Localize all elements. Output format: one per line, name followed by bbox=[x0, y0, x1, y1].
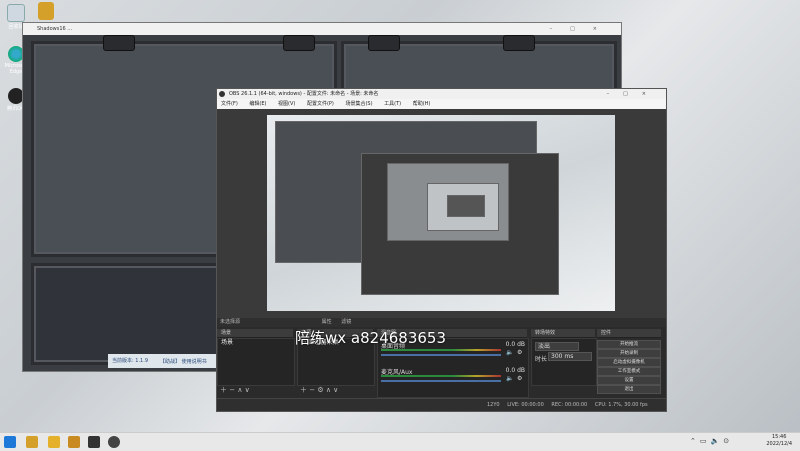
controls-header-label: 控件 bbox=[601, 330, 612, 336]
obs-status-bar: 12Y0 LIVE: 00:00:00 REC: 00:00:00 CPU: 1… bbox=[217, 398, 666, 411]
transitions-dock-header: 转场特效 bbox=[531, 329, 595, 338]
rec-timer: REC: 00:00:00 bbox=[551, 402, 588, 408]
live-timer: LIVE: 00:00:00 bbox=[507, 402, 544, 408]
taskbar-app-icon[interactable] bbox=[26, 436, 38, 448]
obs-title: OBS 26.1.1 (64-bit, windows) - 配置文件: 未命名… bbox=[229, 91, 379, 97]
speaker-icon[interactable]: 🔈 bbox=[506, 375, 513, 382]
panel-clasp bbox=[368, 35, 400, 51]
drop-frames: 12Y0 bbox=[487, 402, 500, 408]
virtual-camera-button[interactable]: 启动虚拟摄像机 bbox=[597, 358, 661, 367]
watermark-text: 陪练wx a824683653 bbox=[295, 329, 446, 347]
window-controls[interactable]: –□× bbox=[607, 89, 660, 99]
taskbar-app-icon[interactable] bbox=[48, 436, 60, 448]
obs-preview[interactable] bbox=[217, 109, 666, 321]
preview-canvas[interactable] bbox=[267, 115, 615, 311]
scenes-toolbar[interactable]: ＋ − ∧ ∨ bbox=[217, 385, 296, 395]
gear-icon[interactable]: ⚙ bbox=[517, 349, 522, 356]
transitions-panel: 淡出 时长 300 ms bbox=[531, 338, 597, 386]
app-shortcut-icon[interactable] bbox=[38, 2, 54, 20]
taskbar-clock[interactable]: 15:46 2022/12/4 bbox=[766, 434, 792, 448]
clock-date: 2022/12/4 bbox=[766, 441, 792, 447]
transitions-header-label: 转场特效 bbox=[535, 330, 556, 336]
clock-time: 15:46 bbox=[771, 434, 787, 440]
speaker-icon[interactable]: 🔈 bbox=[506, 349, 513, 356]
panel-clasp bbox=[103, 35, 135, 51]
cpu-fps: CPU: 1.7%, 30.00 fps bbox=[594, 402, 648, 408]
window-title: Shadows16 ... bbox=[37, 26, 73, 32]
start-recording-button[interactable]: 开始录制 bbox=[597, 349, 661, 358]
scene-item[interactable]: 场景 bbox=[218, 339, 294, 347]
window-controls[interactable]: –□× bbox=[550, 23, 615, 35]
duration-label: 时长 bbox=[535, 356, 548, 363]
menu-profile[interactable]: 配置文件(P) bbox=[307, 101, 334, 107]
channel-db: 0.0 dB bbox=[505, 341, 525, 348]
channel-db: 0.0 dB bbox=[505, 367, 525, 374]
exit-button[interactable]: 退出 bbox=[597, 385, 661, 394]
start-icon[interactable] bbox=[4, 436, 16, 448]
scenes-list[interactable]: 场景 bbox=[217, 338, 295, 386]
tray-icons[interactable]: ⌃▭🔈⊙ bbox=[690, 437, 733, 445]
obs-window[interactable]: OBS 26.1.1 (64-bit, windows) - 配置文件: 未命名… bbox=[216, 88, 667, 412]
duration-input[interactable]: 300 ms bbox=[548, 352, 592, 361]
panel-clasp bbox=[503, 35, 535, 51]
obs-taskbar-icon[interactable] bbox=[108, 436, 120, 448]
menu-tools[interactable]: 工具(T) bbox=[384, 101, 401, 107]
nested-capture-5 bbox=[447, 195, 485, 217]
properties-button[interactable]: 属性 bbox=[322, 319, 332, 325]
menu-file[interactable]: 文件(F) bbox=[221, 101, 238, 107]
obs-titlebar[interactable]: OBS 26.1.1 (64-bit, windows) - 配置文件: 未命名… bbox=[217, 89, 666, 99]
source-toolbar: 未选择源 属性 滤镜 bbox=[217, 318, 666, 327]
menu-scene-collection[interactable]: 场景集合(S) bbox=[345, 101, 372, 107]
volume-slider[interactable] bbox=[381, 354, 501, 356]
filters-button[interactable]: 滤镜 bbox=[341, 319, 351, 325]
volume-meter bbox=[381, 349, 501, 351]
taskbar-app-icon[interactable] bbox=[88, 436, 100, 448]
sources-toolbar[interactable]: ＋ − ⚙ ∧ ∨ bbox=[297, 385, 376, 395]
obs-menubar: 文件(F) 编辑(E) 视图(V) 配置文件(P) 场景集合(S) 工具(T) … bbox=[217, 99, 666, 109]
taskbar: ⌃▭🔈⊙ 15:46 2022/12/4 bbox=[0, 432, 800, 451]
menu-view[interactable]: 视图(V) bbox=[278, 101, 295, 107]
settings-button[interactable]: 设置 bbox=[597, 376, 661, 385]
studio-mode-button[interactable]: 工作室模式 bbox=[597, 367, 661, 376]
taskbar-app-icon[interactable] bbox=[68, 436, 80, 448]
transition-select[interactable]: 淡出 bbox=[535, 342, 579, 351]
menu-help[interactable]: 帮助(H) bbox=[413, 101, 431, 107]
window-titlebar[interactable]: Shadows16 ... –□× bbox=[23, 23, 621, 35]
volume-meter bbox=[381, 375, 501, 377]
no-source-selected: 未选择源 bbox=[220, 319, 241, 325]
controls-dock-header: 控件 bbox=[597, 329, 661, 338]
volume-slider[interactable] bbox=[381, 380, 501, 382]
gear-icon[interactable]: ⚙ bbox=[517, 375, 522, 382]
start-streaming-button[interactable]: 开始推流 bbox=[597, 340, 661, 349]
scenes-header-label: 场景 bbox=[221, 330, 232, 336]
game-status-link[interactable]: 【助战】 使用说明书 bbox=[160, 358, 207, 365]
obs-logo-icon bbox=[219, 91, 225, 97]
menu-edit[interactable]: 编辑(E) bbox=[249, 101, 266, 107]
scenes-dock-header: 场景 bbox=[217, 329, 293, 338]
version-text: 当前版本: 1.1.9 bbox=[112, 358, 148, 364]
panel-clasp bbox=[283, 35, 315, 51]
